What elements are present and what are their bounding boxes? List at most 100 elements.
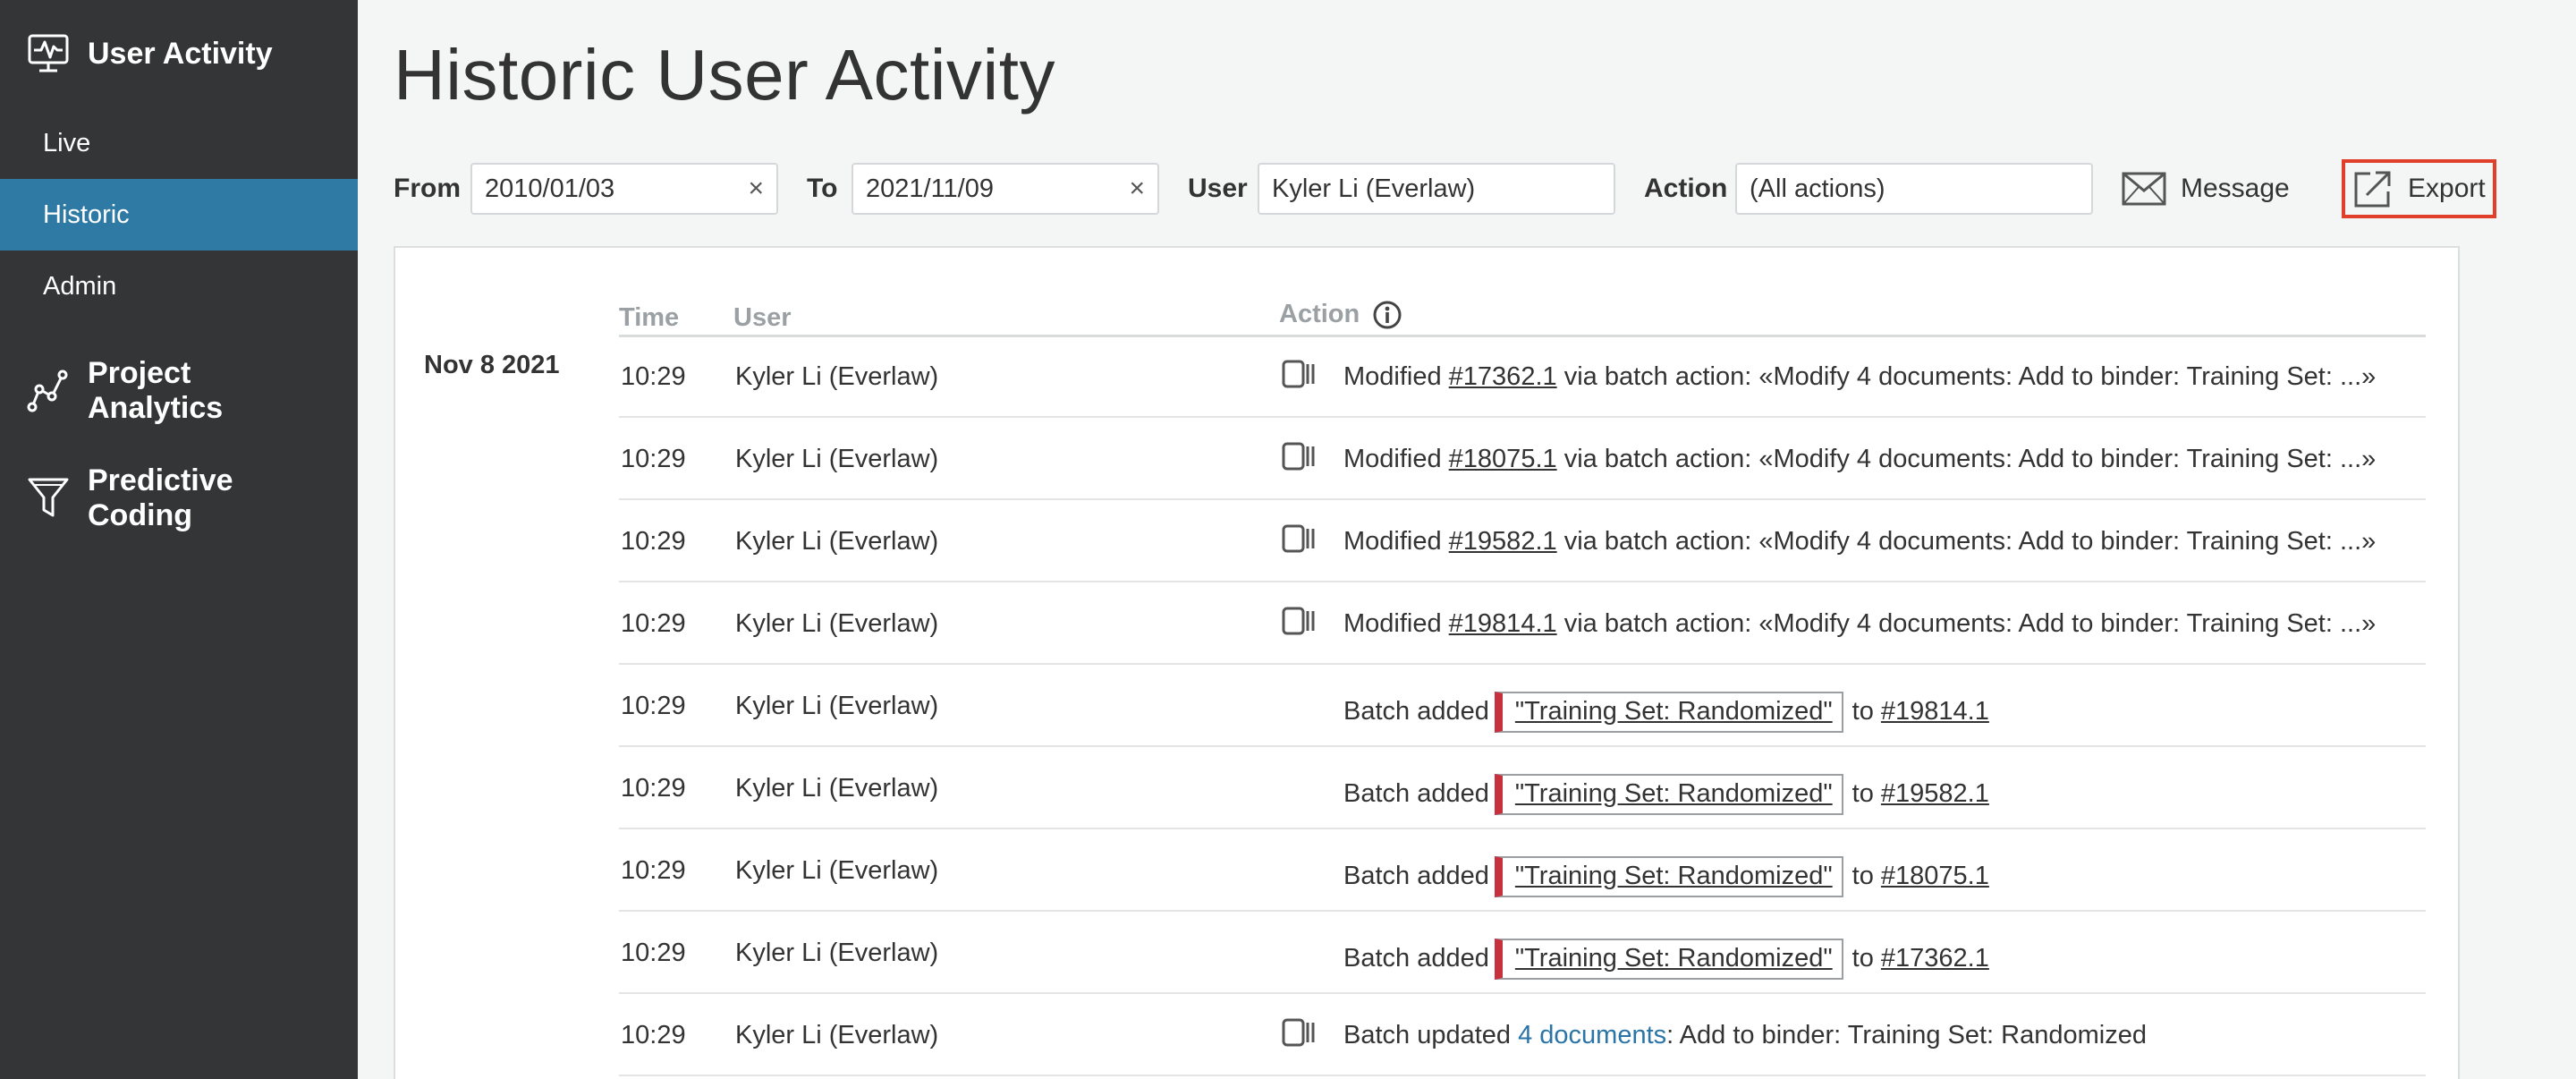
column-header-time[interactable]: Time — [619, 303, 679, 333]
table-row[interactable]: 10:29 Kyler Li (Everlaw) Modified #18075.1… — [619, 418, 2426, 500]
date-group-label: Nov 8 2021 — [424, 351, 560, 379]
documents-link[interactable]: 4 documents — [1518, 1021, 1666, 1049]
table-row[interactable]: 10:29 Kyler Li (Everlaw) Modified #19814.1… — [619, 582, 2426, 665]
document-link[interactable]: #18075.1 — [1881, 862, 1989, 890]
time-cell: 10:29 — [621, 939, 686, 967]
action-text: via batch action: «Modify 4 documents: A… — [1556, 362, 2377, 391]
export-button[interactable]: Export — [2342, 159, 2496, 218]
action-text: Batch added — [1343, 862, 1489, 890]
binder-tag-link[interactable]: "Training Set: Randomized" — [1494, 774, 1843, 815]
from-date-value: 2010/01/03 — [485, 174, 615, 203]
time-cell: 10:29 — [621, 856, 686, 885]
sidebar-item-live[interactable]: Live — [0, 107, 358, 179]
sidebar-section-label: Predictive Coding — [88, 463, 233, 532]
action-text: Modified — [1343, 527, 1449, 556]
clear-to-icon[interactable]: × — [1129, 174, 1145, 204]
sidebar-item-admin[interactable]: Admin — [0, 251, 358, 322]
action-text: Batch added — [1343, 779, 1489, 808]
sidebar: User Activity Live Historic Admin Projec… — [0, 0, 358, 1079]
binder-tag-link[interactable]: "Training Set: Randomized" — [1494, 856, 1843, 897]
sidebar-section-user-activity[interactable]: User Activity — [0, 32, 300, 75]
column-header-user[interactable]: User — [733, 303, 792, 333]
action-text: Modified — [1343, 609, 1449, 638]
user-cell: Kyler Li (Everlaw) — [735, 609, 939, 638]
analytics-graph-icon — [27, 370, 70, 412]
document-link[interactable]: #19582.1 — [1449, 527, 1557, 556]
document-link[interactable]: #17362.1 — [1881, 944, 1989, 973]
sidebar-section-label: Project Analytics — [88, 356, 224, 425]
sidebar-item-historic[interactable]: Historic — [0, 179, 358, 251]
to-date-value: 2021/11/09 — [866, 174, 994, 203]
column-header-action-label: Action — [1279, 300, 1360, 328]
batch-device-icon — [1281, 606, 1317, 643]
table-row[interactable]: 10:29 Kyler Li (Everlaw) Modified #19582.1… — [619, 500, 2426, 582]
action-text: to — [1852, 779, 1881, 808]
action-value: (All actions) — [1750, 174, 1885, 203]
user-cell: Kyler Li (Everlaw) — [735, 1021, 939, 1049]
action-cell: Modified #17362.1 via batch action: «Mod… — [1343, 362, 2376, 392]
table-row[interactable]: 10:29 Kyler Li (Everlaw) Batch added "Train… — [619, 829, 2426, 912]
to-label: To — [807, 174, 838, 203]
column-header-action[interactable]: Action — [1279, 300, 1402, 330]
action-select[interactable]: (All actions) — [1735, 163, 2093, 215]
sidebar-section-predictive-coding[interactable]: Predictive Coding — [0, 463, 358, 533]
batch-device-icon — [1281, 523, 1317, 561]
document-link[interactable]: #19582.1 — [1881, 779, 1989, 808]
time-cell: 10:29 — [621, 774, 686, 803]
binder-tag-link[interactable]: "Training Set: Randomized" — [1494, 692, 1843, 733]
table-row[interactable]: 10:29 Kyler Li (Everlaw) Batch added "Train… — [619, 665, 2426, 747]
action-text: via batch action: «Modify 4 documents: A… — [1556, 609, 2377, 638]
funnel-icon — [27, 477, 70, 520]
document-link[interactable]: #19814.1 — [1881, 697, 1989, 726]
user-select[interactable]: Kyler Li (Everlaw) — [1258, 163, 1615, 215]
action-text: to — [1852, 862, 1881, 890]
export-label: Export — [2408, 174, 2486, 203]
time-cell: 10:29 — [621, 362, 686, 391]
action-cell: Batch added "Training Set: Randomized" to … — [1343, 774, 1989, 815]
from-date-input[interactable]: 2010/01/03 × — [470, 163, 778, 215]
table-row[interactable]: 10:29 Kyler Li (Everlaw) Batch added "Train… — [619, 912, 2426, 994]
filter-bar: From 2010/01/03 × To 2021/11/09 × User K… — [394, 159, 2576, 218]
action-text: to — [1852, 697, 1881, 726]
document-link[interactable]: #19814.1 — [1449, 609, 1557, 638]
sidebar-section-project-analytics[interactable]: Project Analytics — [0, 356, 358, 426]
document-link[interactable]: #17362.1 — [1449, 362, 1557, 391]
activity-monitor-icon — [27, 32, 70, 75]
page-title: Historic User Activity — [394, 35, 1055, 115]
batch-device-icon — [1281, 359, 1317, 396]
action-text: Modified — [1343, 362, 1449, 391]
time-cell: 10:29 — [621, 1021, 686, 1049]
batch-device-icon — [1281, 1017, 1317, 1055]
user-cell: Kyler Li (Everlaw) — [735, 856, 939, 885]
clear-from-icon[interactable]: × — [748, 174, 764, 204]
action-cell: Batch updated 4 documents: Add to binder… — [1343, 1021, 2147, 1050]
message-button[interactable]: Message — [2122, 163, 2290, 215]
batch-device-icon — [1281, 441, 1317, 479]
user-cell: Kyler Li (Everlaw) — [735, 939, 939, 967]
time-cell: 10:29 — [621, 445, 686, 473]
action-text: : Add to binder: Training Set: Randomize… — [1666, 1021, 2147, 1049]
table-row[interactable]: 10:29 Kyler Li (Everlaw) Modified #17362.1… — [619, 336, 2426, 418]
action-cell: Batch added "Training Set: Randomized" to … — [1343, 692, 1989, 733]
action-text: to — [1852, 944, 1881, 973]
action-cell: Modified #18075.1 via batch action: «Mod… — [1343, 445, 2376, 474]
action-text: Batch updated — [1343, 1021, 1519, 1049]
user-label: User — [1188, 174, 1248, 203]
envelope-icon — [2122, 172, 2166, 206]
action-text: via batch action: «Modify 4 documents: A… — [1556, 527, 2377, 556]
action-text: via batch action: «Modify 4 documents: A… — [1556, 445, 2377, 473]
action-label: Action — [1644, 174, 1728, 203]
to-date-input[interactable]: 2021/11/09 × — [852, 163, 1159, 215]
action-cell: Modified #19814.1 via batch action: «Mod… — [1343, 609, 2376, 639]
binder-tag-link[interactable]: "Training Set: Randomized" — [1494, 939, 1843, 980]
action-text: Batch added — [1343, 697, 1489, 726]
user-cell: Kyler Li (Everlaw) — [735, 774, 939, 803]
table-row[interactable]: 10:29 Kyler Li (Everlaw) Batch added "Train… — [619, 747, 2426, 829]
time-cell: 10:29 — [621, 527, 686, 556]
table-row[interactable]: 10:29 Kyler Li (Everlaw) Batch updated 4 d… — [619, 994, 2426, 1076]
time-cell: 10:29 — [621, 609, 686, 638]
document-link[interactable]: #18075.1 — [1449, 445, 1557, 473]
info-icon[interactable] — [1372, 300, 1402, 330]
action-cell: Batch added "Training Set: Randomized" to … — [1343, 939, 1989, 980]
message-label: Message — [2181, 174, 2290, 203]
